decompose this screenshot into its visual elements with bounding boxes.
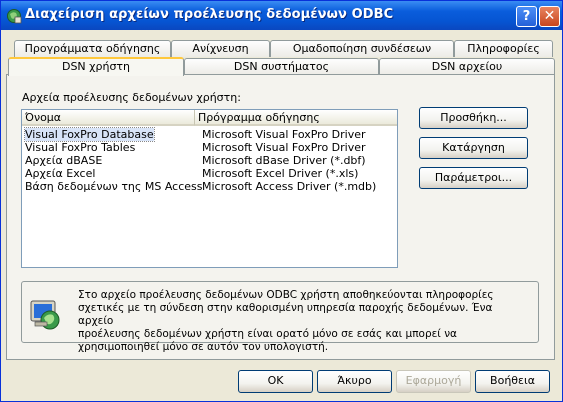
list-item[interactable]: Βάση δεδομένων της MS Access Microsoft Ac… [22, 180, 397, 193]
dsn-name-cell: Visual FoxPro Database [24, 127, 155, 142]
user-dsn-list-label: Αρχεία προέλευσης δεδομένων χρήστη: [22, 91, 241, 104]
title-bar[interactable]: Διαχείριση αρχείων προέλευσης δεδομένων … [1, 1, 562, 30]
help-title-button[interactable]: ? [516, 6, 537, 27]
help-button[interactable]: Βοήθεια [475, 370, 550, 393]
info-line: Στο αρχείο προέλευσης δεδομένων ODBC χρή… [78, 289, 494, 301]
user-dsn-listview[interactable]: Όνομα Πρόγραμμα οδήγησης Visual FoxPro D… [21, 109, 398, 268]
list-item[interactable]: Αρχεία dBASE Microsoft dBase Driver (*.db… [22, 154, 397, 167]
odbc-app-icon [7, 9, 22, 24]
data-source-computer-icon [30, 300, 60, 330]
tab-file-dsn[interactable]: DSN αρχείου [379, 58, 555, 75]
list-item[interactable]: Visual FoxPro Tables Microsoft Visual Fox… [22, 141, 397, 154]
apply-button[interactable]: Εφαρμογή [396, 370, 471, 393]
column-header-name[interactable]: Όνομα [22, 110, 195, 126]
tab-system-dsn[interactable]: DSN συστήματος [184, 58, 379, 75]
cancel-button[interactable]: Άκυρο [317, 370, 392, 393]
tab-tracing[interactable]: Ανίχνευση [171, 40, 270, 57]
tab-user-dsn[interactable]: DSN χρήστη [8, 57, 184, 76]
list-item[interactable]: Visual FoxPro Database Microsoft Visual F… [22, 127, 397, 142]
list-item[interactable]: Αρχεία Excel Microsoft Excel Driver (*.xl… [22, 167, 397, 180]
add-button[interactable]: Προσθήκη... [419, 107, 528, 129]
column-header-driver[interactable]: Πρόγραμμα οδήγησης [195, 110, 397, 126]
info-description: Στο αρχείο προέλευσης δεδομένων ODBC χρή… [78, 289, 518, 354]
dsn-name-cell: Αρχεία Excel [25, 167, 96, 180]
dsn-driver-cell: Microsoft Visual FoxPro Driver [202, 141, 366, 154]
dsn-name-cell: Visual FoxPro Tables [25, 141, 136, 154]
tab-connection-pooling[interactable]: Ομαδοποίηση συνδέσεων [270, 40, 454, 57]
tab-about[interactable]: Πληροφορίες [454, 40, 553, 57]
dsn-driver-cell: Microsoft dBase Driver (*.dbf) [202, 154, 366, 167]
dsn-driver-cell: Microsoft Excel Driver (*.xls) [202, 167, 359, 180]
dsn-name-cell: Αρχεία dBASE [25, 154, 103, 167]
ok-button[interactable]: OK [238, 370, 313, 393]
configure-button[interactable]: Παράμετροι... [419, 167, 528, 189]
close-title-button[interactable]: ✕ [539, 6, 560, 27]
dsn-name-cell: Βάση δεδομένων της MS Access [25, 180, 203, 193]
dsn-driver-cell: Microsoft Access Driver (*.mdb) [202, 180, 377, 193]
dsn-driver-cell: Microsoft Visual FoxPro Driver [202, 128, 366, 141]
remove-button[interactable]: Κατάργηση [419, 137, 528, 159]
info-line: σχετικές με τη σύνδεση στην καθορισμένη … [78, 302, 493, 327]
tab-drivers[interactable]: Προγράμματα οδήγησης [14, 40, 171, 57]
info-line: χρησιμοποιηθεί μόνο σε αυτόν τον υπολογι… [78, 341, 329, 353]
window-title: Διαχείριση αρχείων προέλευσης δεδομένων … [25, 7, 394, 22]
info-line: προέλευσης δεδομένων χρήστη είναι ορατό … [78, 328, 457, 340]
